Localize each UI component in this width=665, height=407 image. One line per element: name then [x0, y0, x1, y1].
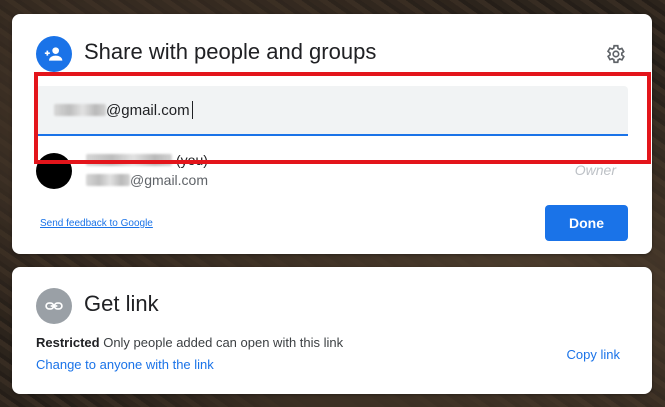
done-button[interactable]: Done	[545, 205, 628, 241]
person-row-owner: (you) @gmail.com Owner	[36, 152, 628, 196]
copy-link-button[interactable]: Copy link	[567, 347, 620, 362]
restricted-label: Restricted	[36, 335, 100, 350]
email-input-value: @gmail.com	[54, 101, 193, 119]
get-link-title: Get link	[84, 291, 159, 316]
person-email-domain: @gmail.com	[130, 172, 209, 188]
change-link-access[interactable]: Change to anyone with the link	[36, 357, 214, 372]
role-label: Owner	[574, 162, 616, 178]
link-icon	[36, 288, 72, 324]
get-link-dialog: Get link Restricted Only people added ca…	[12, 267, 652, 394]
email-input[interactable]: @gmail.com	[36, 86, 628, 136]
email-domain-text: @gmail.com	[106, 101, 190, 119]
add-person-icon	[36, 36, 72, 72]
person-email: @gmail.com	[86, 172, 208, 188]
redacted-text	[54, 104, 106, 116]
restricted-info: Restricted Only people added can open wi…	[36, 335, 343, 350]
get-link-header: Get link	[36, 288, 628, 324]
text-cursor	[191, 101, 193, 119]
share-title: Share with people and groups	[84, 39, 377, 64]
restricted-description: Only people added can open with this lin…	[103, 335, 344, 350]
redacted-text	[86, 174, 130, 186]
gear-icon[interactable]	[602, 41, 628, 67]
share-dialog: Share with people and groups @gmail.com …	[12, 14, 652, 254]
avatar	[36, 153, 72, 189]
feedback-link[interactable]: Send feedback to Google	[40, 218, 153, 229]
you-label: (you)	[176, 152, 208, 168]
share-header: Share with people and groups	[36, 36, 628, 72]
person-name: (you)	[86, 152, 208, 168]
redacted-text	[86, 154, 172, 166]
